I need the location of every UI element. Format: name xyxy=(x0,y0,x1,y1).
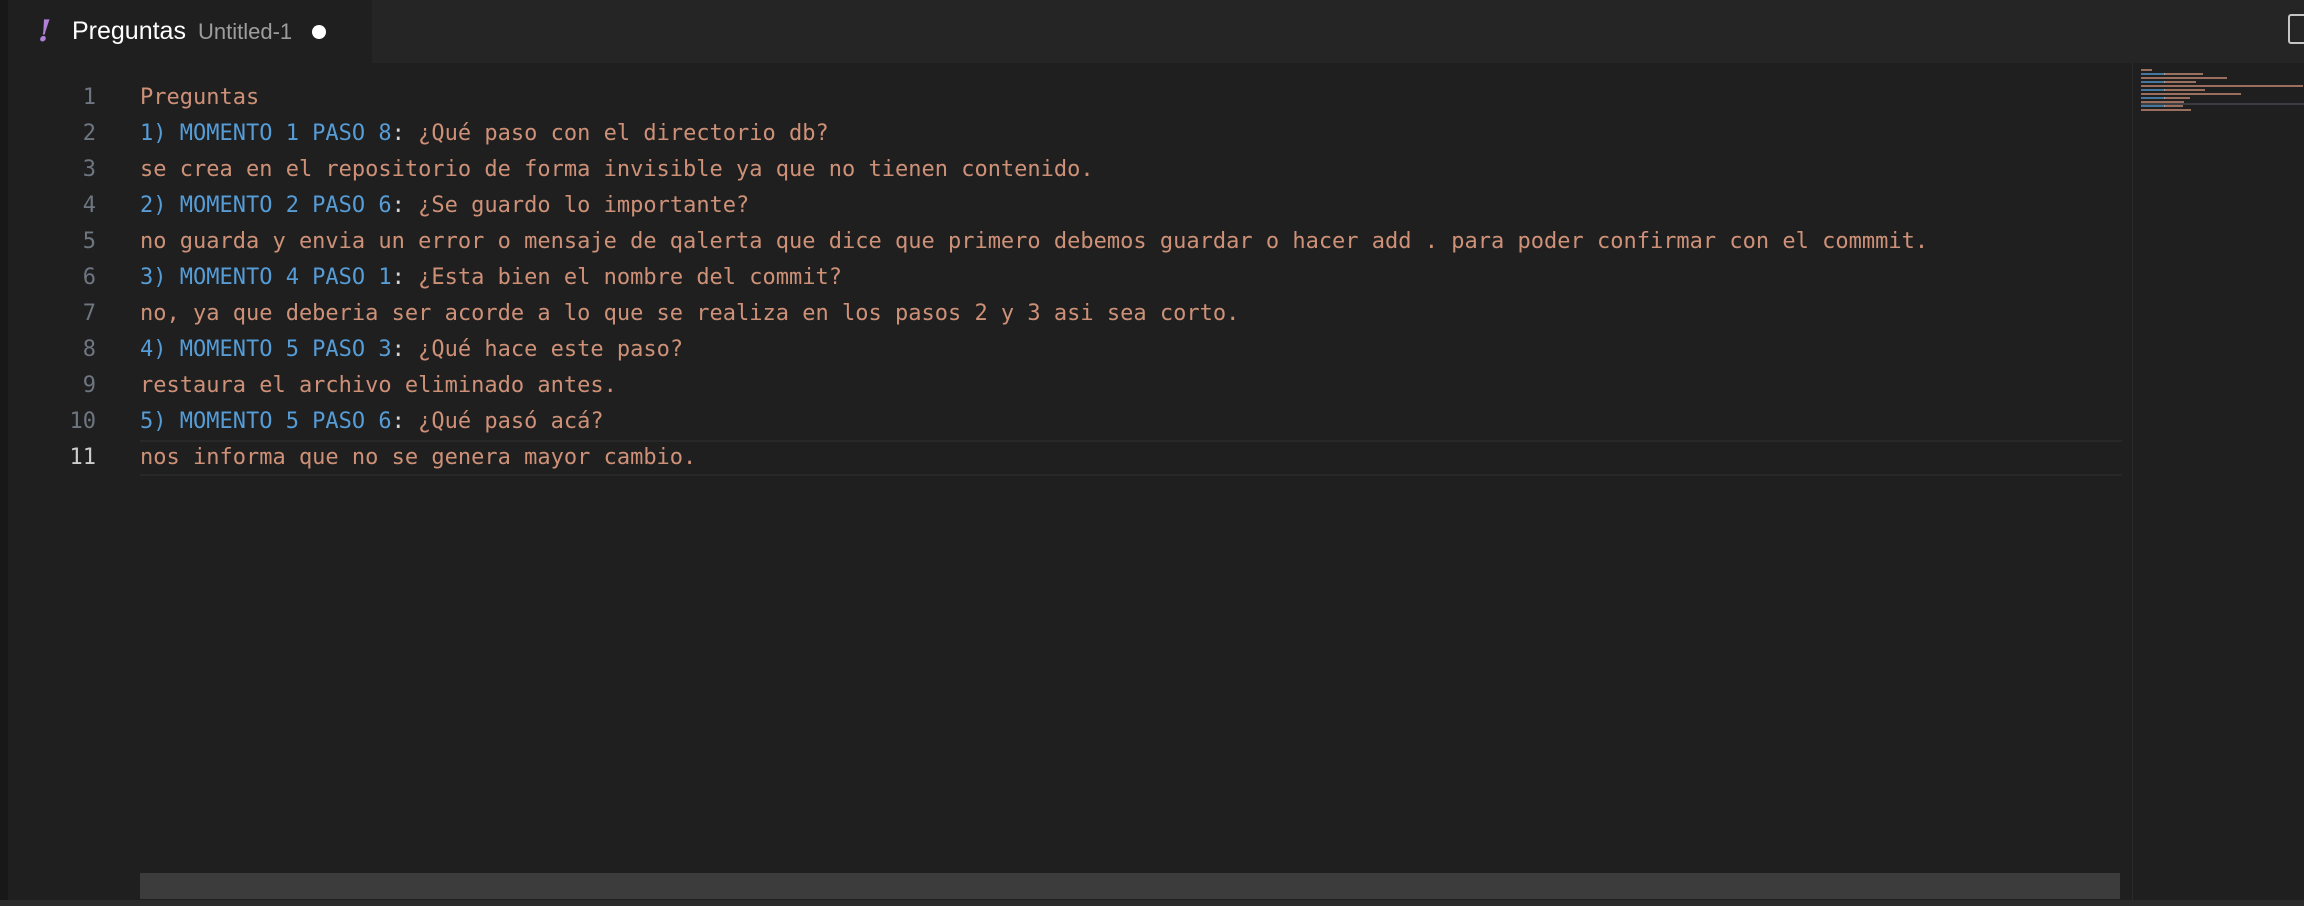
code-line[interactable]: se crea en el repositorio de forma invis… xyxy=(140,152,1094,188)
code-token-colon: : xyxy=(391,409,405,434)
code-token-text: ¿Qué paso con el directorio db? xyxy=(404,121,829,146)
minimap-line xyxy=(2141,109,2191,111)
code-token-text: ¿Qué hace este paso? xyxy=(404,337,684,362)
tab-title: Preguntas xyxy=(72,17,186,45)
unsaved-dot-icon[interactable] xyxy=(312,24,327,39)
horizontal-scrollbar[interactable] xyxy=(140,873,2132,899)
code-token-text: no guarda y envia un error o mensaje de … xyxy=(140,229,1929,254)
code-token-text: restaura el archivo eliminado antes. xyxy=(140,373,617,398)
code-content[interactable]: Preguntas 1) MOMENTO 1 PASO 8: ¿Qué paso … xyxy=(140,63,2132,906)
minimap-line xyxy=(2141,77,2227,79)
minimap-line xyxy=(2141,85,2303,87)
line-number: 5 xyxy=(82,229,96,254)
code-token-colon: : xyxy=(391,121,405,146)
code-line[interactable]: no guarda y envia un error o mensaje de … xyxy=(140,224,1928,260)
code-token-num: 5) MOMENTO 5 PASO 6 xyxy=(140,409,392,434)
minimap-line xyxy=(2141,105,2164,107)
code-line[interactable]: nos informa que no se genera mayor cambi… xyxy=(140,440,696,476)
minimap-line xyxy=(2141,101,2184,103)
line-number: 9 xyxy=(82,373,96,398)
window-left-edge xyxy=(0,0,8,906)
minimap-line xyxy=(2141,97,2164,99)
code-line[interactable]: no, ya que deberia ser acorde a lo que s… xyxy=(140,296,1239,332)
minimap-line xyxy=(2141,81,2164,83)
code-token-num: 2) MOMENTO 2 PASO 6 xyxy=(140,193,392,218)
yaml-exclamation-icon: ! xyxy=(38,13,52,49)
code-line[interactable]: 1) MOMENTO 1 PASO 8: ¿Qué paso con el di… xyxy=(140,116,829,152)
window-bottom-border xyxy=(0,900,2304,906)
line-number: 10 xyxy=(69,409,97,434)
code-line[interactable]: Preguntas xyxy=(140,80,259,116)
tab-bar: ! Preguntas Untitled-1 xyxy=(8,0,2304,63)
minimap-line xyxy=(2141,73,2164,75)
editor-window: ! Preguntas Untitled-1 1 2 3 4 5 6 7 8 9 10 11 Pre… xyxy=(0,0,2304,906)
line-number: 1 xyxy=(82,85,96,110)
code-token-text: no, ya que deberia ser acorde a lo que s… xyxy=(140,301,1240,326)
minimap-line xyxy=(2165,73,2203,75)
code-token-text: nos informa que no se genera mayor cambi… xyxy=(140,445,697,470)
code-token-colon: : xyxy=(391,265,405,290)
line-number: 11 xyxy=(69,445,97,470)
tab-preguntas[interactable]: ! Preguntas Untitled-1 xyxy=(8,0,372,63)
line-number: 3 xyxy=(82,157,96,182)
code-token-text: ¿Qué pasó acá? xyxy=(404,409,604,434)
minimap-line xyxy=(2165,105,2183,107)
line-number: 4 xyxy=(82,193,96,218)
code-token-num: 3) MOMENTO 4 PASO 1 xyxy=(140,265,392,290)
minimap[interactable] xyxy=(2132,63,2304,906)
vertical-scrollbar[interactable] xyxy=(2122,63,2132,906)
line-number-gutter: 1 2 3 4 5 6 7 8 9 10 11 xyxy=(8,63,97,906)
code-token-text: ¿Se guardo lo importante? xyxy=(404,193,750,218)
code-line[interactable]: 5) MOMENTO 5 PASO 6: ¿Qué pasó acá? xyxy=(140,404,604,440)
minimap-line xyxy=(2141,93,2241,95)
editor-area[interactable]: 1 2 3 4 5 6 7 8 9 10 11 Preguntas 1) MOMENTO 1 PASO… xyxy=(8,63,2132,906)
line-number: 6 xyxy=(82,265,96,290)
code-token-text: ¿Esta bien el nombre del commit? xyxy=(404,265,843,290)
tab-description: Untitled-1 xyxy=(197,18,293,44)
code-line[interactable]: 2) MOMENTO 2 PASO 6: ¿Se guardo lo impor… xyxy=(140,188,749,224)
minimap-line xyxy=(2141,89,2164,91)
code-token-num: 1) MOMENTO 1 PASO 8 xyxy=(140,121,392,146)
minimap-line xyxy=(2165,97,2190,99)
code-line[interactable]: 3) MOMENTO 4 PASO 1: ¿Esta bien el nombr… xyxy=(140,260,842,296)
line-number: 7 xyxy=(82,301,96,326)
code-token-num: 4) MOMENTO 5 PASO 3 xyxy=(140,337,392,362)
minimap-line xyxy=(2165,81,2196,83)
code-token-text: Preguntas xyxy=(140,85,260,110)
horizontal-scrollbar-thumb[interactable] xyxy=(140,873,2120,899)
code-line[interactable]: 4) MOMENTO 5 PASO 3: ¿Qué hace este paso… xyxy=(140,332,683,368)
code-token-text: se crea en el repositorio de forma invis… xyxy=(140,157,1094,182)
code-line[interactable]: restaura el archivo eliminado antes. xyxy=(140,368,617,404)
code-token-colon: : xyxy=(391,193,405,218)
split-editor-icon[interactable] xyxy=(2288,14,2304,44)
line-number: 2 xyxy=(82,121,96,146)
minimap-line xyxy=(2165,89,2205,91)
minimap-line xyxy=(2141,69,2152,71)
code-token-colon: : xyxy=(391,337,405,362)
line-number: 8 xyxy=(82,337,96,362)
